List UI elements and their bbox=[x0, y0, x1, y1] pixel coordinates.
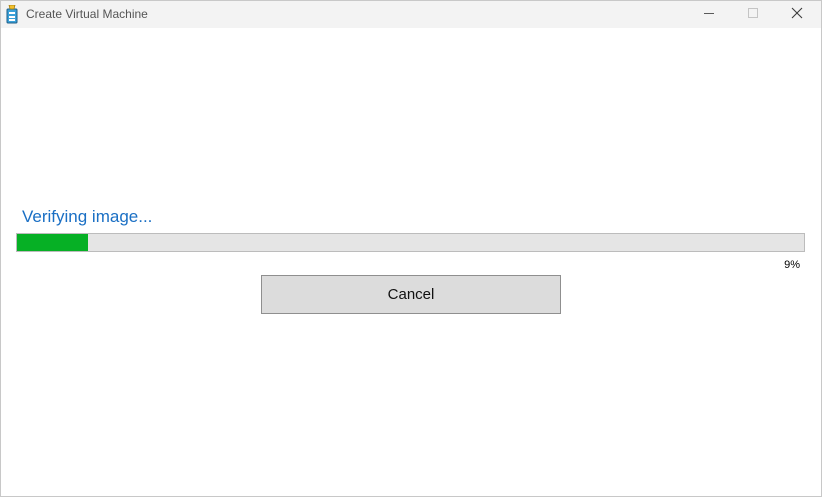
minimize-icon bbox=[703, 6, 715, 24]
maximize-icon bbox=[747, 6, 759, 24]
close-button[interactable] bbox=[775, 1, 819, 28]
progress-percent: 9% bbox=[784, 259, 800, 271]
status-message: Verifying image... bbox=[22, 207, 153, 226]
maximize-button[interactable] bbox=[731, 1, 775, 28]
window-title: Create Virtual Machine bbox=[26, 7, 148, 21]
cancel-button[interactable]: Cancel bbox=[261, 275, 561, 314]
title-bar[interactable]: Create Virtual Machine bbox=[1, 1, 821, 28]
minimize-button[interactable] bbox=[687, 1, 731, 28]
progress-bar bbox=[16, 233, 805, 252]
virtual-machine-app-icon bbox=[6, 4, 18, 24]
create-vm-window: Create Virtual Machine Verifying image..… bbox=[0, 0, 822, 497]
close-icon bbox=[791, 6, 803, 24]
progress-bar-fill bbox=[17, 234, 88, 251]
